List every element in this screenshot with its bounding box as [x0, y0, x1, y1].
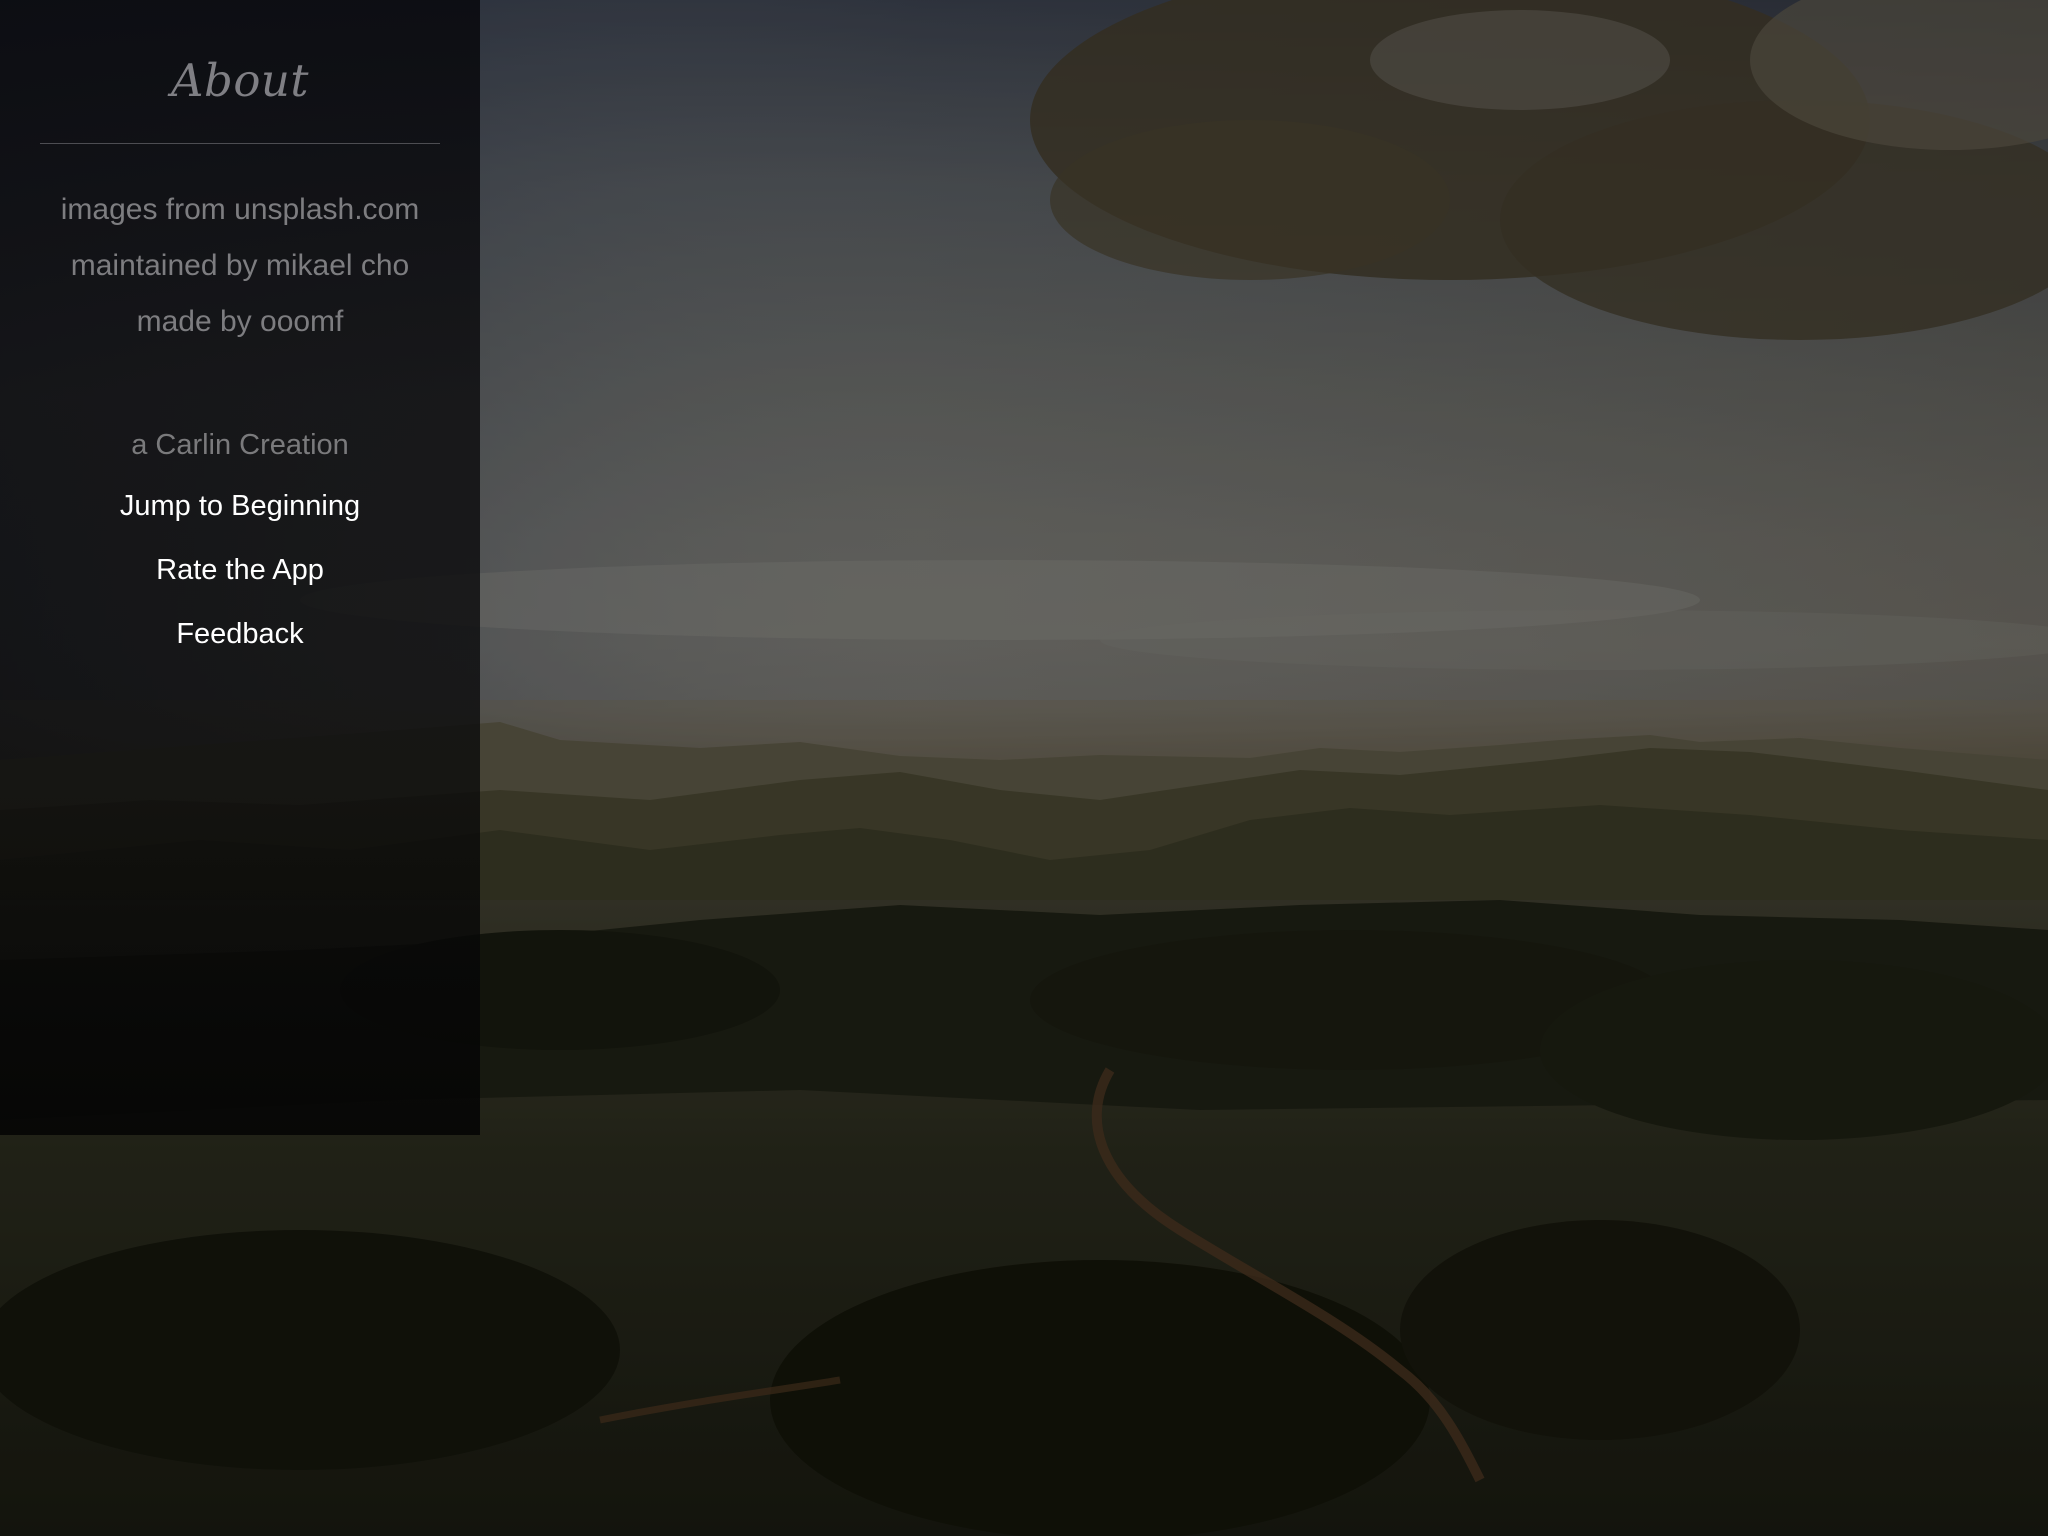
rate-the-app-link[interactable]: Rate the App [90, 554, 390, 587]
app-screen: About images from unsplash.com maintaine… [0, 0, 2048, 1536]
credit-maintainer: maintained by mikael cho [70, 249, 410, 282]
credit-images-source: images from unsplash.com [60, 193, 420, 226]
about-panel: About images from unsplash.com maintaine… [0, 0, 480, 1135]
feedback-link[interactable]: Feedback [90, 618, 390, 651]
panel-divider [40, 143, 440, 144]
credit-maker: made by ooomf [136, 305, 344, 338]
jump-to-beginning-link[interactable]: Jump to Beginning [90, 490, 390, 523]
panel-title: About [171, 54, 309, 107]
tagline: a Carlin Creation [131, 429, 349, 461]
